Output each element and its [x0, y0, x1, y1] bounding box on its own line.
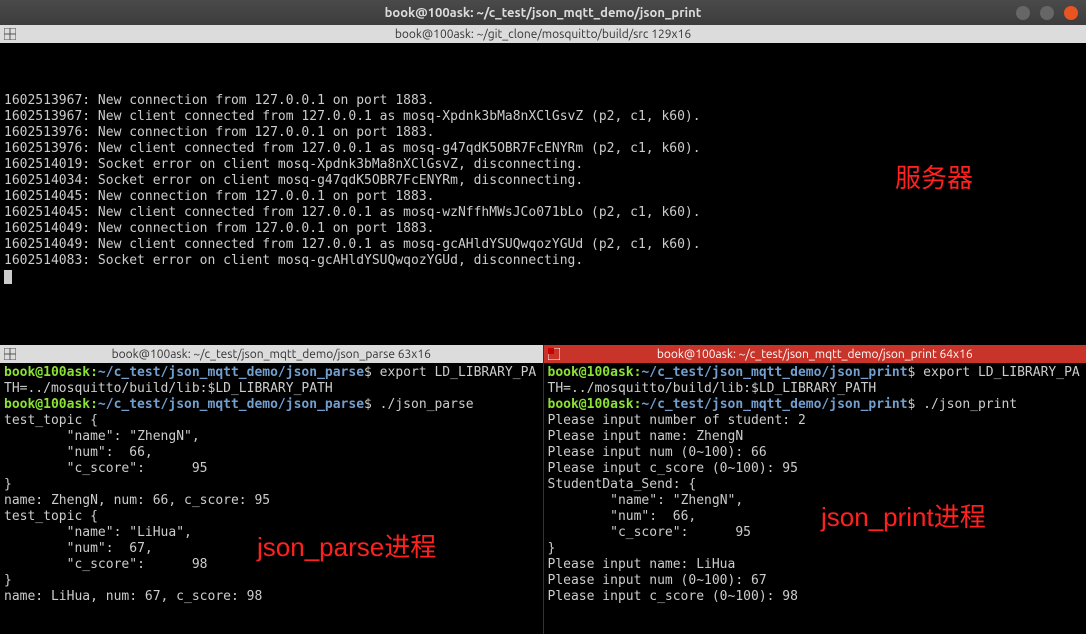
top-pane-tab-label: book@100ask: ~/git_clone/mosquitto/build… [395, 28, 691, 41]
minimize-button[interactable] [1016, 6, 1030, 20]
close-button[interactable] [1064, 6, 1078, 20]
right-pane-tab[interactable]: book@100ask: ~/c_test/json_mqtt_demo/jso… [544, 345, 1086, 363]
left-pane-tab-label: book@100ask: ~/c_test/json_mqtt_demo/jso… [112, 348, 431, 361]
split-icon [548, 348, 560, 360]
left-pane: book@100ask: ~/c_test/json_mqtt_demo/jso… [0, 345, 544, 634]
window-controls [1016, 6, 1078, 20]
right-terminal[interactable]: book@100ask:~/c_test/json_mqtt_demo/json… [544, 363, 1086, 634]
maximize-button[interactable] [1040, 6, 1054, 20]
split-icon [4, 28, 16, 40]
left-pane-tab[interactable]: book@100ask: ~/c_test/json_mqtt_demo/jso… [0, 345, 543, 363]
right-pane: book@100ask: ~/c_test/json_mqtt_demo/jso… [544, 345, 1086, 634]
split-icon [4, 348, 16, 360]
window-title: book@100ask: ~/c_test/json_mqtt_demo/jso… [385, 6, 702, 20]
window-titlebar: book@100ask: ~/c_test/json_mqtt_demo/jso… [0, 0, 1086, 25]
left-terminal[interactable]: book@100ask:~/c_test/json_mqtt_demo/json… [0, 363, 543, 634]
top-pane-tab[interactable]: book@100ask: ~/git_clone/mosquitto/build… [0, 25, 1086, 43]
top-terminal[interactable]: 1602513967: New connection from 127.0.0.… [0, 43, 1086, 345]
right-pane-tab-label: book@100ask: ~/c_test/json_mqtt_demo/jso… [657, 348, 973, 361]
